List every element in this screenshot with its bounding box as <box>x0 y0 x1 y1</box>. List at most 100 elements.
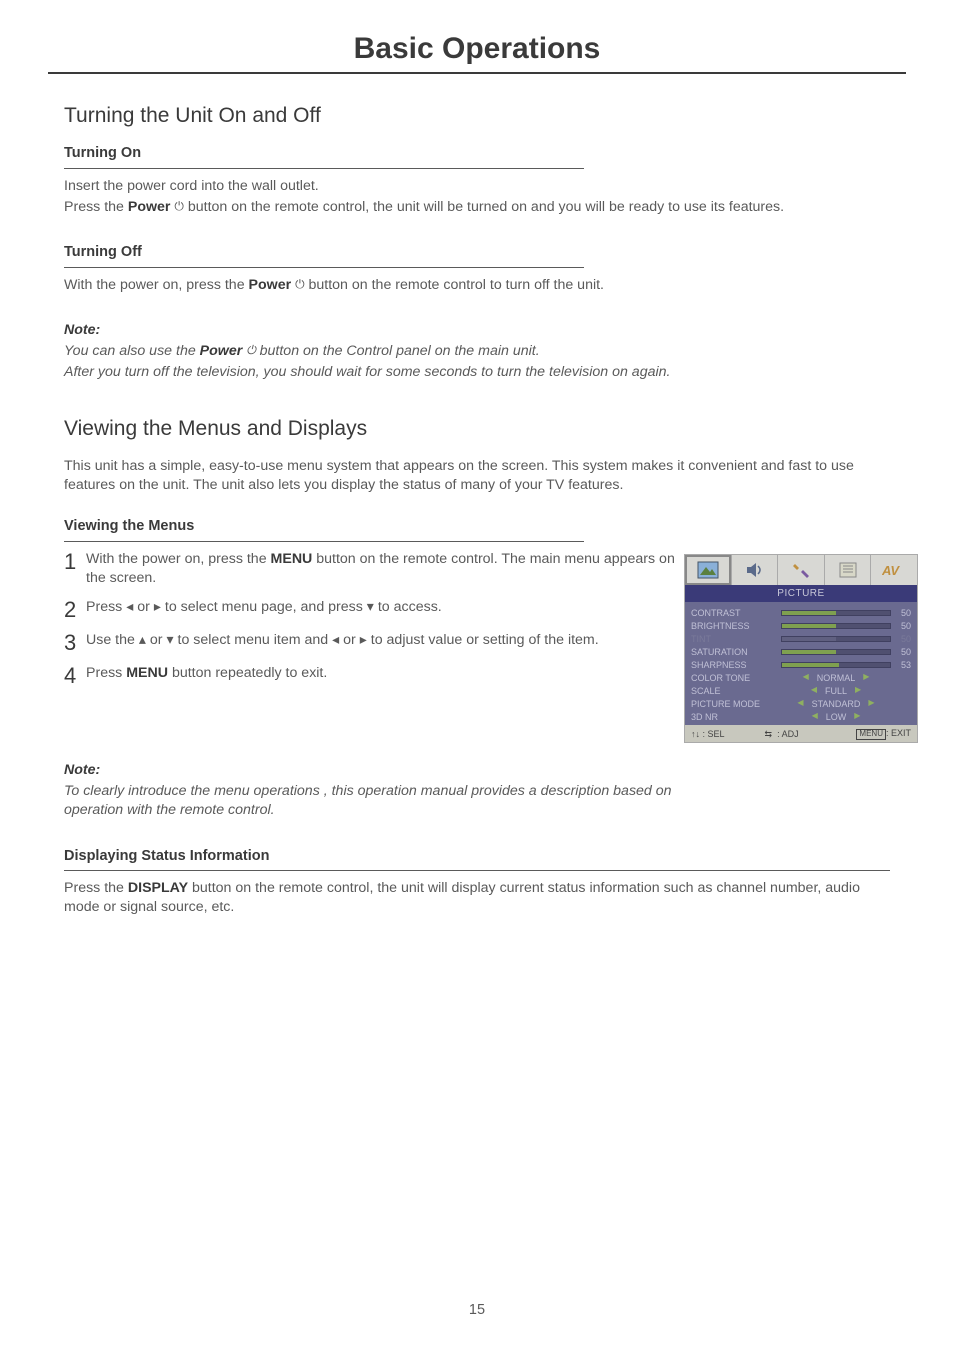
menu-label: MENU <box>271 551 313 567</box>
osd-row[interactable]: COLOR TONE◀NORMAL▶ <box>691 671 911 684</box>
osd-footer: ↑↓ : SEL ⇆ : ADJ MENU: EXIT <box>685 725 917 742</box>
power-icon: ⏻ <box>246 343 256 357</box>
triangle-left-icon: ◀ <box>811 685 817 696</box>
osd-label: COLOR TONE <box>691 672 781 684</box>
triangle-left-icon: ◀ <box>797 698 803 709</box>
text-frag: You can also use the <box>64 343 200 359</box>
osd-menu: AV PICTURE CONTRAST50BRIGHTNESS50TINT50S… <box>684 554 918 743</box>
osd-row[interactable]: BRIGHTNESS50 <box>691 619 911 632</box>
note-text: To clearly introduce the menu operations… <box>64 782 684 820</box>
osd-tab-sound[interactable] <box>732 555 779 585</box>
list-icon <box>837 561 859 579</box>
text-frag: With the power on, press the <box>86 551 271 567</box>
osd-select[interactable]: ◀FULL▶ <box>781 685 891 697</box>
step-number: 2 <box>64 598 86 621</box>
osd-tab-channel[interactable] <box>825 555 872 585</box>
step-text: Press MENU button repeatedly to exit. <box>86 664 684 687</box>
menu-box: MENU <box>856 729 886 740</box>
menu-row: 1 With the power on, press the MENU butt… <box>64 550 890 743</box>
osd-tab-picture[interactable] <box>685 555 732 585</box>
osd-slider[interactable] <box>781 636 891 642</box>
osd-slider[interactable] <box>781 662 891 668</box>
rule <box>64 168 584 169</box>
intro-text: This unit has a simple, easy-to-use menu… <box>64 457 890 495</box>
osd-tabs: AV <box>685 555 917 585</box>
triangle-right-icon: ▶ <box>855 685 861 696</box>
triangle-right-icon: ▶ <box>854 711 860 722</box>
rule <box>64 541 584 542</box>
osd-label: SATURATION <box>691 646 781 658</box>
osd-hint-adj: ⇆ : ADJ <box>765 728 799 740</box>
power-label: Power <box>200 343 243 359</box>
page-number: 15 <box>0 1302 954 1318</box>
step-text: Use the ▴ or ▾ to select menu item and ◂… <box>86 631 684 654</box>
text-frag: Press <box>86 665 126 681</box>
osd-hint-sel: ↑↓ : SEL <box>691 728 725 740</box>
subhead-turning-off: Turning Off <box>64 243 890 263</box>
osd-value: 50 <box>891 620 911 632</box>
note-text: After you turn off the television, you s… <box>64 363 890 382</box>
steps-column: 1 With the power on, press the MENU butt… <box>64 550 684 697</box>
power-label: Power <box>128 199 171 215</box>
content-area: Turning the Unit On and Off Turning On I… <box>0 74 954 917</box>
osd-select[interactable]: ◀ LOW ▶ <box>781 711 891 723</box>
osd-title: PICTURE <box>685 585 917 603</box>
osd-row[interactable]: SATURATION 50 <box>691 645 911 658</box>
osd-slider[interactable] <box>781 610 891 616</box>
osd-tab-av[interactable]: AV <box>871 555 917 585</box>
text-frag: button on the remote control, the unit w… <box>184 199 784 215</box>
svg-text:AV: AV <box>882 563 900 577</box>
step-number: 1 <box>64 550 86 588</box>
triangle-left-icon: ◀ <box>812 711 818 722</box>
osd-row[interactable]: PICTURE MODE◀STANDARD▶ <box>691 697 911 710</box>
text-frag: button repeatedly to exit. <box>168 665 327 681</box>
power-icon: ⏻ <box>174 199 184 213</box>
osd-select-value: STANDARD <box>812 698 861 710</box>
osd-select-value: LOW <box>826 711 847 723</box>
step-3: 3 Use the ▴ or ▾ to select menu item and… <box>64 631 684 654</box>
subhead-turning-on: Turning On <box>64 144 890 164</box>
osd-value: 50 <box>891 607 911 619</box>
block-note-1: Note: You can also use the Power ⏻ butto… <box>64 321 890 383</box>
menu-label: MENU <box>126 665 168 681</box>
block-note-2: Note: To clearly introduce the menu oper… <box>64 761 684 821</box>
triangle-right-icon: ▶ <box>863 672 869 683</box>
osd-tab-setup[interactable] <box>778 555 825 585</box>
text: Insert the power cord into the wall outl… <box>64 177 890 196</box>
step-number: 3 <box>64 631 86 654</box>
block-display-info: Displaying Status Information Press the … <box>64 847 890 918</box>
step-4: 4 Press MENU button repeatedly to exit. <box>64 664 684 687</box>
heading-turning: Turning the Unit On and Off <box>64 102 890 130</box>
text-frag: : EXIT <box>886 728 911 738</box>
heading-viewing: Viewing the Menus and Displays <box>64 415 890 443</box>
step-text: With the power on, press the MENU button… <box>86 550 684 588</box>
steps-list: 1 With the power on, press the MENU butt… <box>64 550 684 687</box>
osd-row[interactable]: CONTRAST 50 <box>691 606 911 619</box>
av-icon: AV <box>882 563 906 577</box>
text: With the power on, press the Power ⏻ but… <box>64 276 890 295</box>
power-label: Power <box>249 277 292 293</box>
osd-body: CONTRAST50BRIGHTNESS50TINT50SATURATION50… <box>685 602 917 725</box>
osd-label: 3D NR <box>691 711 781 723</box>
osd-row[interactable]: TINT 50 <box>691 632 911 645</box>
osd-label: TINT <box>691 633 781 645</box>
text: Press the DISPLAY button on the remote c… <box>64 879 890 917</box>
tools-icon <box>790 561 812 579</box>
osd-hint-exit: MENU: EXIT <box>856 727 911 740</box>
page-title: Basic Operations <box>0 0 954 66</box>
osd-select[interactable]: ◀ STANDARD ▶ <box>781 698 891 710</box>
osd-value: 53 <box>891 659 911 671</box>
osd-select[interactable]: ◀NORMAL▶ <box>781 672 891 684</box>
text-frag: Press the <box>64 199 128 215</box>
osd-row[interactable]: 3D NR ◀ LOW ▶ <box>691 710 911 723</box>
text-frag: With the power on, press the <box>64 277 249 293</box>
sound-icon <box>743 561 765 579</box>
osd-slider[interactable] <box>781 649 891 655</box>
osd-value: 50 <box>891 646 911 658</box>
osd-label: CONTRAST <box>691 607 781 619</box>
osd-row[interactable]: SHARPNESS53 <box>691 658 911 671</box>
triangle-right-icon: ▶ <box>868 698 874 709</box>
osd-slider[interactable] <box>781 623 891 629</box>
osd-row[interactable]: SCALE◀FULL▶ <box>691 684 911 697</box>
osd-value: 50 <box>891 633 911 645</box>
